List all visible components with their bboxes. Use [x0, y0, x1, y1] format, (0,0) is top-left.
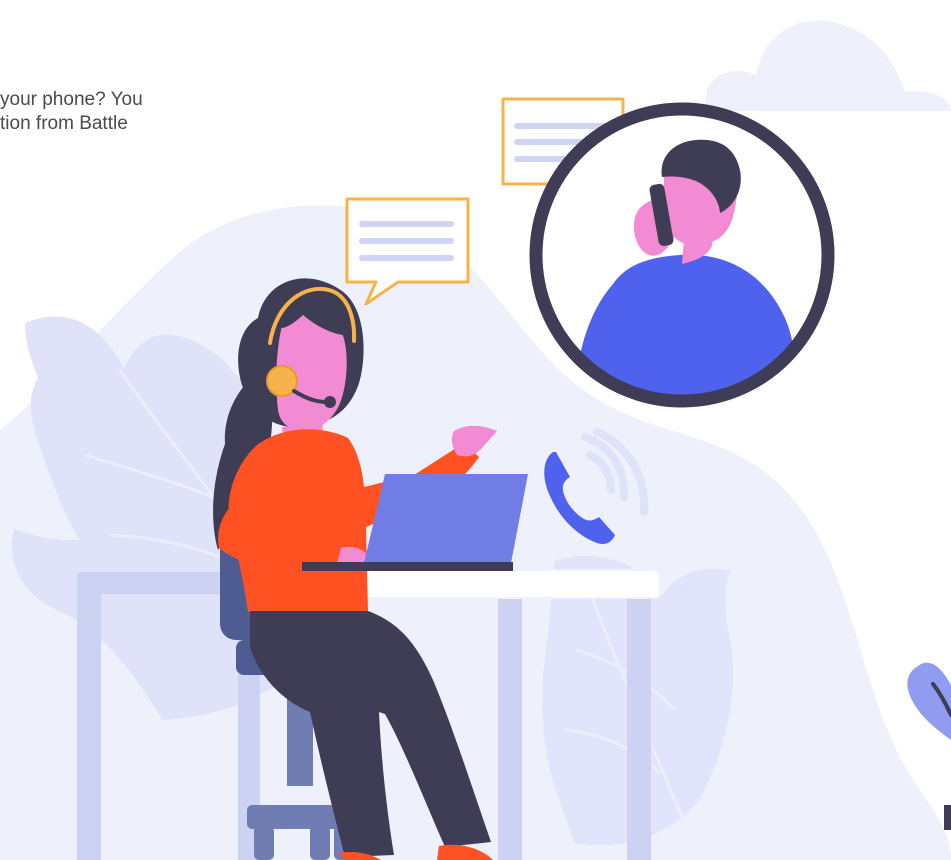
- support-page: your phone? You tion from Battle: [0, 0, 951, 860]
- intro-text: your phone? You tion from Battle: [0, 88, 230, 136]
- right-plant-pot-edge: [944, 805, 951, 830]
- intro-text-line-2: tion from Battle: [0, 113, 128, 134]
- intro-text-line-1: your phone? You: [0, 89, 143, 110]
- caller-portrait: [529, 102, 835, 408]
- headset-mic-tip: [324, 396, 336, 408]
- cloud: [706, 20, 951, 112]
